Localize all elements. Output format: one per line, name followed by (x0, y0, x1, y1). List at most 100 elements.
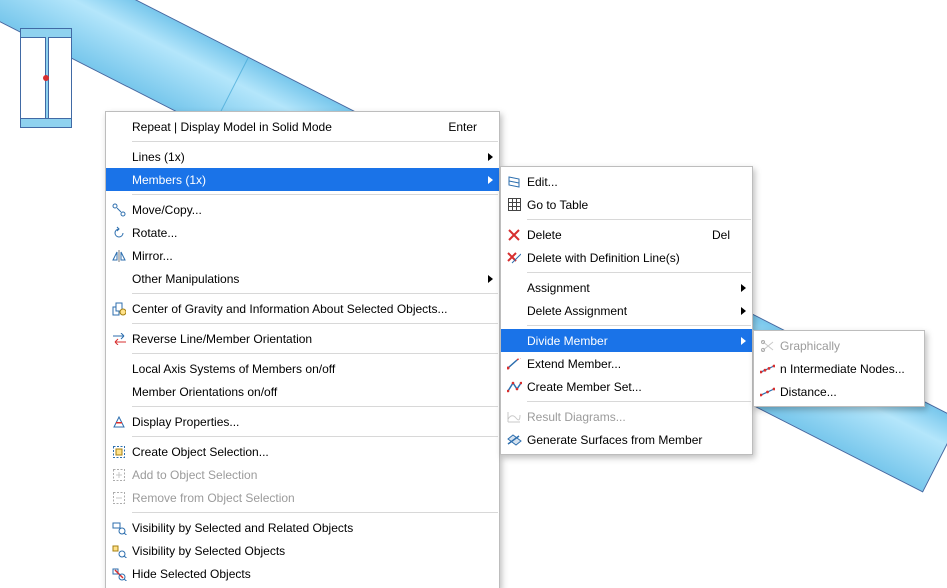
divide-n-nodes-item[interactable]: n Intermediate Nodes... (754, 357, 924, 380)
members-label: Members (1x) (132, 173, 477, 187)
members-submenu[interactable]: Members (1x) (106, 168, 499, 191)
visibility-selected-item[interactable]: Visibility by Selected Objects (106, 539, 499, 562)
distance-icon (754, 387, 780, 397)
rotate-label: Rotate... (132, 226, 477, 240)
extend-member-item[interactable]: Extend Member... (501, 352, 752, 375)
divide-graphically-label: Graphically (780, 339, 902, 353)
move-copy-icon (106, 203, 132, 217)
extend-label: Extend Member... (527, 357, 730, 371)
divide-n-nodes-label: n Intermediate Nodes... (780, 362, 905, 376)
mirror-item[interactable]: Mirror... (106, 244, 499, 267)
submenu-arrow-icon (741, 307, 746, 315)
repeat-label: Repeat | Display Model in Solid Mode (132, 120, 424, 134)
edit-item[interactable]: Edit... (501, 170, 752, 193)
display-properties-item[interactable]: Display Properties... (106, 410, 499, 433)
separator (527, 325, 751, 326)
visibility-related-item[interactable]: Visibility by Selected and Related Objec… (106, 516, 499, 539)
create-object-selection-item[interactable]: Create Object Selection... (106, 440, 499, 463)
local-axis-item[interactable]: Local Axis Systems of Members on/off (106, 357, 499, 380)
delete-assignment-submenu[interactable]: Delete Assignment (501, 299, 752, 322)
repeat-item[interactable]: Repeat | Display Model in Solid Mode Ent… (106, 115, 499, 138)
separator (132, 194, 498, 195)
reverse-orientation-item[interactable]: Reverse Line/Member Orientation (106, 327, 499, 350)
mirror-label: Mirror... (132, 249, 477, 263)
generate-surfaces-icon (501, 434, 527, 446)
member-orientations-label: Member Orientations on/off (132, 385, 477, 399)
hide-label: Hide Selected Objects (132, 567, 477, 581)
divide-member-label: Divide Member (527, 334, 730, 348)
separator (132, 323, 498, 324)
delete-shortcut: Del (712, 228, 730, 242)
cog-info-label: Center of Gravity and Information About … (132, 302, 477, 316)
repeat-shortcut: Enter (448, 120, 477, 134)
mirror-icon (106, 249, 132, 263)
divide-graphically-item: Graphically (754, 334, 924, 357)
separator (527, 219, 751, 220)
member-set-label: Create Member Set... (527, 380, 730, 394)
remove-selection-icon (106, 491, 132, 505)
generate-surfaces-item[interactable]: Generate Surfaces from Member (501, 428, 752, 451)
goto-table-item[interactable]: Go to Table (501, 193, 752, 216)
submenu-arrow-icon (741, 337, 746, 345)
member-set-icon (501, 381, 527, 393)
separator (527, 401, 751, 402)
visibility-selected-label: Visibility by Selected Objects (132, 544, 477, 558)
add-selection-icon (106, 468, 132, 482)
assignment-submenu[interactable]: Assignment (501, 276, 752, 299)
create-selection-label: Create Object Selection... (132, 445, 477, 459)
separator (132, 512, 498, 513)
separator (132, 353, 498, 354)
delete-label: Delete (527, 228, 688, 242)
extend-icon (501, 358, 527, 370)
delete-with-lines-icon (501, 252, 527, 264)
goto-table-label: Go to Table (527, 198, 730, 212)
hide-selected-item[interactable]: Hide Selected Objects (106, 562, 499, 585)
create-member-set-item[interactable]: Create Member Set... (501, 375, 752, 398)
lines-submenu[interactable]: Lines (1x) (106, 145, 499, 168)
divide-distance-label: Distance... (780, 385, 902, 399)
assignment-label: Assignment (527, 281, 730, 295)
cog-info-item[interactable]: Center of Gravity and Information About … (106, 297, 499, 320)
add-to-selection-item: Add to Object Selection (106, 463, 499, 486)
delete-with-lines-item[interactable]: Delete with Definition Line(s) (501, 246, 752, 269)
divide-distance-item[interactable]: Distance... (754, 380, 924, 403)
add-selection-label: Add to Object Selection (132, 468, 477, 482)
members-submenu-panel: Edit... Go to Table Delete Del Delete wi… (500, 166, 753, 455)
separator (132, 141, 498, 142)
beam-model (0, 0, 947, 2)
remove-from-selection-item: Remove from Object Selection (106, 486, 499, 509)
separator (527, 272, 751, 273)
rotate-item[interactable]: Rotate... (106, 221, 499, 244)
hide-icon (106, 567, 132, 581)
edit-icon (501, 175, 527, 189)
reverse-orientation-label: Reverse Line/Member Orientation (132, 332, 477, 346)
delete-with-lines-label: Delete with Definition Line(s) (527, 251, 730, 265)
scissors-icon (754, 340, 780, 352)
move-copy-label: Move/Copy... (132, 203, 477, 217)
other-manipulations-submenu[interactable]: Other Manipulations (106, 267, 499, 290)
context-menu: Repeat | Display Model in Solid Mode Ent… (105, 111, 500, 588)
result-diagrams-icon (501, 411, 527, 423)
cog-info-icon (106, 302, 132, 316)
edit-label: Edit... (527, 175, 730, 189)
move-copy-item[interactable]: Move/Copy... (106, 198, 499, 221)
separator (132, 293, 498, 294)
table-icon (501, 198, 527, 211)
divide-member-submenu-panel: Graphically n Intermediate Nodes... Dist… (753, 330, 925, 407)
beam-node (43, 75, 49, 81)
result-diagrams-label: Result Diagrams... (527, 410, 730, 424)
visibility-related-icon (106, 521, 132, 535)
submenu-arrow-icon (741, 284, 746, 292)
divide-member-submenu[interactable]: Divide Member (501, 329, 752, 352)
create-selection-icon (106, 445, 132, 459)
lines-label: Lines (1x) (132, 150, 477, 164)
remove-selection-label: Remove from Object Selection (132, 491, 477, 505)
member-orientations-item[interactable]: Member Orientations on/off (106, 380, 499, 403)
n-nodes-icon (754, 364, 780, 374)
submenu-arrow-icon (488, 153, 493, 161)
delete-item[interactable]: Delete Del (501, 223, 752, 246)
local-axis-label: Local Axis Systems of Members on/off (132, 362, 477, 376)
delete-assignment-label: Delete Assignment (527, 304, 730, 318)
rotate-icon (106, 226, 132, 240)
reverse-orientation-icon (106, 333, 132, 345)
